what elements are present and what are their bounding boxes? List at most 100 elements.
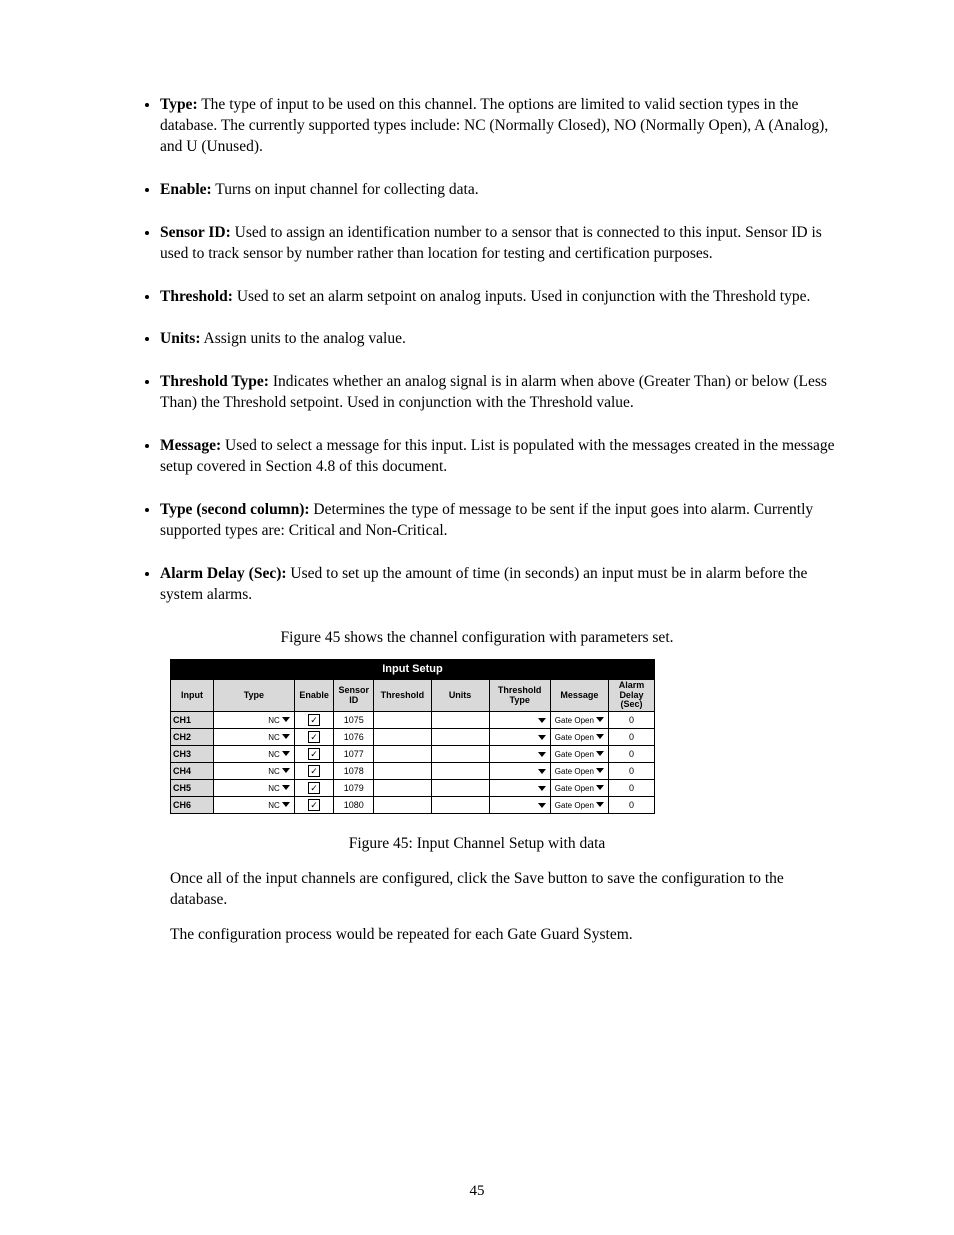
after-paragraphs: Once all of the input channels are confi… <box>170 869 784 946</box>
caret-down-icon <box>596 734 604 740</box>
threshold-type-select[interactable] <box>492 749 548 761</box>
cell-alarm-delay[interactable]: 0 <box>608 746 654 763</box>
message-select[interactable]: Gate Open <box>553 799 606 811</box>
bullet-item: Threshold Type: Indicates whether an ana… <box>160 372 844 414</box>
cell-threshold-type <box>489 729 550 746</box>
threshold-type-select[interactable] <box>492 783 548 795</box>
cell-threshold[interactable] <box>374 797 431 814</box>
type-value: NC <box>268 716 280 725</box>
caret-down-icon <box>596 802 604 808</box>
figure-caption-before: Figure 45 shows the channel configuratio… <box>110 628 844 649</box>
bullet-text: Used to select a message for this input.… <box>160 437 835 475</box>
cell-units[interactable] <box>431 746 489 763</box>
caret-down-icon <box>596 717 604 723</box>
message-select[interactable]: Gate Open <box>553 714 606 726</box>
cell-enable: ✓ <box>294 712 334 729</box>
cell-sensor-id[interactable]: 1078 <box>334 763 374 780</box>
cell-message: Gate Open <box>550 797 608 814</box>
cell-units[interactable] <box>431 797 489 814</box>
type-select[interactable]: NC <box>216 765 292 777</box>
cell-type: NC <box>213 780 294 797</box>
cell-units[interactable] <box>431 712 489 729</box>
cell-enable: ✓ <box>294 763 334 780</box>
cell-sensor-id[interactable]: 1077 <box>334 746 374 763</box>
cell-units[interactable] <box>431 763 489 780</box>
cell-threshold[interactable] <box>374 712 431 729</box>
input-setup-table: Input Setup InputTypeEnableSensor IDThre… <box>170 659 655 815</box>
bullet-item: Message: Used to select a message for th… <box>160 436 844 478</box>
threshold-type-select[interactable] <box>492 715 548 727</box>
message-value: Gate Open <box>555 784 594 793</box>
bullet-item: Type: The type of input to be used on th… <box>160 95 844 158</box>
bullet-label: Threshold: <box>160 288 233 305</box>
enable-checkbox[interactable]: ✓ <box>308 714 320 726</box>
caret-down-icon <box>538 786 546 792</box>
cell-enable: ✓ <box>294 746 334 763</box>
input-setup-table-wrap: Input Setup InputTypeEnableSensor IDThre… <box>170 659 655 815</box>
message-value: Gate Open <box>555 716 594 725</box>
cell-sensor-id[interactable]: 1076 <box>334 729 374 746</box>
threshold-type-select[interactable] <box>492 766 548 778</box>
bullet-label: Message: <box>160 437 221 454</box>
bullet-item: Enable: Turns on input channel for colle… <box>160 180 844 201</box>
table-header-cell: Units <box>431 679 489 712</box>
figure-caption-after: Figure 45: Input Channel Setup with data <box>170 834 784 855</box>
cell-threshold-type <box>489 797 550 814</box>
enable-checkbox[interactable]: ✓ <box>308 782 320 794</box>
table-header-cell: Threshold Type <box>489 679 550 712</box>
type-value: NC <box>268 733 280 742</box>
bullet-label: Sensor ID: <box>160 224 231 241</box>
message-select[interactable]: Gate Open <box>553 782 606 794</box>
bullet-text: The type of input to be used on this cha… <box>160 96 828 155</box>
type-select[interactable]: NC <box>216 782 292 794</box>
enable-checkbox[interactable]: ✓ <box>308 731 320 743</box>
message-select[interactable]: Gate Open <box>553 748 606 760</box>
table-header-cell: Type <box>213 679 294 712</box>
caret-down-icon <box>538 718 546 724</box>
cell-units[interactable] <box>431 729 489 746</box>
message-select[interactable]: Gate Open <box>553 731 606 743</box>
cell-message: Gate Open <box>550 763 608 780</box>
threshold-type-select[interactable] <box>492 732 548 744</box>
enable-checkbox[interactable]: ✓ <box>308 748 320 760</box>
caret-down-icon <box>596 785 604 791</box>
cell-enable: ✓ <box>294 780 334 797</box>
cell-alarm-delay[interactable]: 0 <box>608 763 654 780</box>
bullet-label: Units: <box>160 330 200 347</box>
cell-alarm-delay[interactable]: 0 <box>608 729 654 746</box>
message-value: Gate Open <box>555 733 594 742</box>
cell-alarm-delay[interactable]: 0 <box>608 712 654 729</box>
cell-sensor-id[interactable]: 1080 <box>334 797 374 814</box>
cell-threshold-type <box>489 763 550 780</box>
row-channel: CH2 <box>171 729 214 746</box>
bullet-label: Threshold Type: <box>160 373 269 390</box>
cell-sensor-id[interactable]: 1075 <box>334 712 374 729</box>
caret-down-icon <box>282 768 290 774</box>
cell-alarm-delay[interactable]: 0 <box>608 797 654 814</box>
type-select[interactable]: NC <box>216 714 292 726</box>
message-select[interactable]: Gate Open <box>553 765 606 777</box>
bullet-label: Alarm Delay (Sec): <box>160 565 287 582</box>
cell-enable: ✓ <box>294 797 334 814</box>
type-select[interactable]: NC <box>216 748 292 760</box>
type-select[interactable]: NC <box>216 731 292 743</box>
caret-down-icon <box>282 802 290 808</box>
after-paragraph: The configuration process would be repea… <box>170 925 784 946</box>
caret-down-icon <box>282 734 290 740</box>
enable-checkbox[interactable]: ✓ <box>308 799 320 811</box>
cell-threshold[interactable] <box>374 763 431 780</box>
cell-message: Gate Open <box>550 780 608 797</box>
type-select[interactable]: NC <box>216 799 292 811</box>
cell-alarm-delay[interactable]: 0 <box>608 780 654 797</box>
after-paragraph: Once all of the input channels are confi… <box>170 869 784 911</box>
cell-threshold[interactable] <box>374 746 431 763</box>
threshold-type-select[interactable] <box>492 800 548 812</box>
cell-units[interactable] <box>431 780 489 797</box>
enable-checkbox[interactable]: ✓ <box>308 765 320 777</box>
cell-threshold[interactable] <box>374 780 431 797</box>
table-row: CH5NC✓1079Gate Open0 <box>171 780 655 797</box>
cell-threshold[interactable] <box>374 729 431 746</box>
cell-type: NC <box>213 746 294 763</box>
cell-sensor-id[interactable]: 1079 <box>334 780 374 797</box>
cell-threshold-type <box>489 780 550 797</box>
